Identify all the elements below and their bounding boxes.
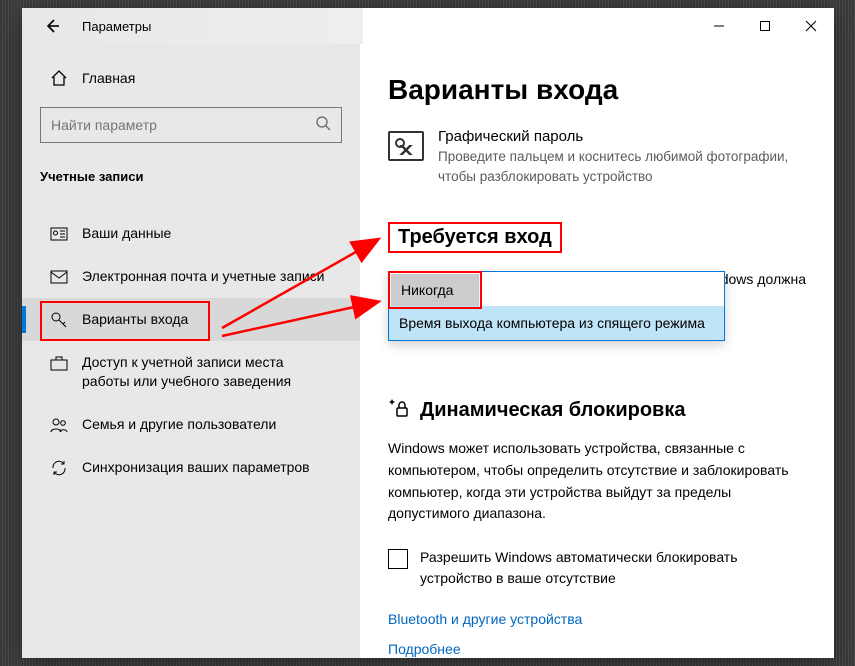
link-bluetooth[interactable]: Bluetooth и другие устройства bbox=[388, 611, 806, 627]
link-more[interactable]: Подробнее bbox=[388, 641, 806, 657]
home-label: Главная bbox=[82, 70, 135, 86]
search-icon bbox=[315, 115, 331, 136]
sidebar-item-your-info[interactable]: Ваши данные bbox=[22, 212, 360, 255]
annotation-highlight-dropdown: Никогда bbox=[388, 271, 482, 309]
home-icon bbox=[50, 69, 68, 87]
id-card-icon bbox=[50, 225, 68, 243]
sidebar: Главная Учетные записи Ваши данные bbox=[22, 44, 360, 658]
search-input[interactable] bbox=[51, 117, 315, 133]
mail-icon bbox=[50, 268, 68, 286]
require-signin-heading: Требуется вход bbox=[388, 222, 562, 253]
sidebar-item-work-school[interactable]: Доступ к учетной записи места работы или… bbox=[22, 341, 360, 403]
dynamic-lock-desc: Windows может использовать устройства, с… bbox=[388, 438, 806, 525]
sidebar-item-label: Варианты входа bbox=[82, 310, 342, 329]
maximize-button[interactable] bbox=[742, 8, 788, 44]
briefcase-icon bbox=[50, 354, 68, 372]
sidebar-item-label: Семья и другие пользователи bbox=[82, 415, 342, 434]
sidebar-item-sync[interactable]: Синхронизация ваших параметров bbox=[22, 446, 360, 489]
titlebar: Параметры bbox=[22, 8, 834, 44]
key-icon bbox=[50, 311, 68, 329]
sidebar-item-label: Ваши данные bbox=[82, 224, 342, 243]
dynamic-lock-heading: Динамическая блокировка bbox=[420, 399, 685, 422]
close-button[interactable] bbox=[788, 8, 834, 44]
sidebar-item-label: Синхронизация ваших параметров bbox=[82, 458, 342, 477]
minimize-button[interactable] bbox=[696, 8, 742, 44]
home-link[interactable]: Главная bbox=[22, 62, 360, 93]
dynamic-lock-checkbox[interactable] bbox=[388, 549, 408, 569]
search-box[interactable] bbox=[40, 107, 342, 143]
sidebar-item-label: Электронная почта и учетные записи bbox=[82, 267, 342, 286]
sparkle-lock-icon bbox=[388, 397, 410, 424]
content-pane: Варианты входа Графический пароль Провед… bbox=[360, 44, 834, 658]
page-title: Варианты входа bbox=[388, 74, 806, 106]
sidebar-item-email-accounts[interactable]: Электронная почта и учетные записи bbox=[22, 255, 360, 298]
desktop-wallpaper: Параметры Главная bbox=[0, 0, 855, 666]
require-signin-dropdown[interactable]: Никогда Время выхода компьютера из спяще… bbox=[388, 271, 725, 341]
picture-password-row[interactable]: Графический пароль Проведите пальцем и к… bbox=[388, 128, 806, 186]
settings-window: Параметры Главная bbox=[22, 8, 834, 658]
sidebar-item-label: Доступ к учетной записи места работы или… bbox=[82, 353, 342, 391]
picture-password-desc: Проведите пальцем и коснитесь любимой фо… bbox=[438, 147, 806, 186]
picture-icon bbox=[388, 131, 424, 161]
window-title: Параметры bbox=[82, 19, 151, 34]
sidebar-nav: Ваши данные Электронная почта и учетные … bbox=[22, 212, 360, 489]
dropdown-selected[interactable]: Никогда bbox=[391, 274, 479, 306]
picture-password-title: Графический пароль bbox=[438, 128, 806, 145]
sidebar-item-family[interactable]: Семья и другие пользователи bbox=[22, 403, 360, 446]
people-icon bbox=[50, 416, 68, 434]
sidebar-item-signin-options[interactable]: Варианты входа bbox=[22, 298, 360, 341]
dropdown-option-sleep[interactable]: Время выхода компьютера из спящего режим… bbox=[389, 306, 724, 340]
dynamic-lock-checkbox-label: Разрешить Windows автоматически блокиров… bbox=[420, 547, 806, 589]
sync-icon bbox=[50, 459, 68, 477]
back-button[interactable] bbox=[40, 14, 64, 38]
sidebar-section-label: Учетные записи bbox=[22, 143, 360, 194]
